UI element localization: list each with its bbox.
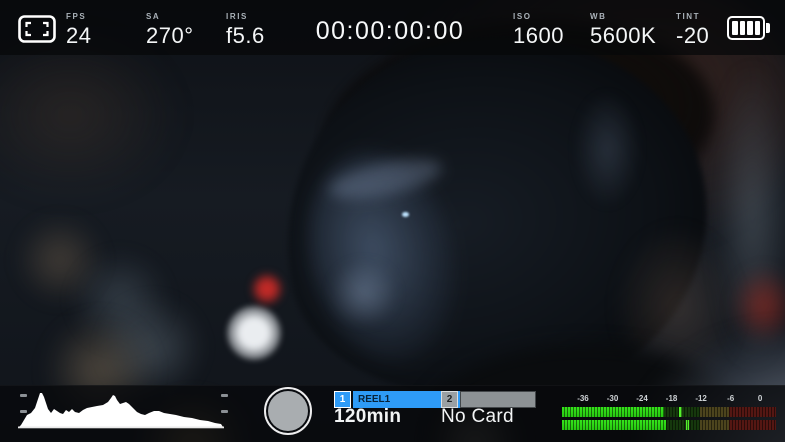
iso-setting[interactable]: ISO 1600 [513,12,564,47]
audio-meters[interactable]: -36 -30 -24 -18 -12 -6 0 [562,394,776,434]
iris-setting[interactable]: IRIS f5.6 [226,12,265,47]
white-balance-setting[interactable]: WB 5600K [590,12,656,47]
histogram[interactable] [17,387,227,431]
meter-scale-label: -18 [665,394,678,403]
subject-nose-highlight [326,262,401,324]
shutter-angle-label: SA [146,12,161,21]
subject-head [254,1,736,435]
battery-icon[interactable] [727,16,765,40]
meter-scale-label: 0 [757,394,763,403]
status-bar: FPS 24 SA 270° IRIS f5.6 00:00:00:00 ISO… [0,0,785,55]
audio-level-fill [562,407,664,417]
audio-meter-channel-2 [562,420,776,430]
background-bokeh [0,30,180,200]
bokeh-light-red [251,272,283,306]
audio-level-fill [562,420,666,430]
tint-label: TINT [676,12,701,21]
iris-label: IRIS [226,12,248,21]
battery-cell [732,21,738,35]
battery-cell [754,21,760,35]
subject-eye-glint [402,212,409,217]
bokeh-light-bright [227,306,281,360]
fps-label: FPS [66,12,87,21]
meter-scale-label: -6 [727,394,735,403]
battery-cell [739,21,745,35]
fps-value: 24 [66,23,92,48]
iso-label: ISO [513,12,532,21]
tint-setting[interactable]: TINT -20 [676,12,709,47]
audio-peak-indicator [678,407,682,417]
white-balance-value: 5600K [590,23,657,48]
subject-neck-rimlight [615,225,740,390]
meter-scale-label: -30 [606,394,619,403]
record-button[interactable] [264,387,312,435]
meter-scale-label: -12 [695,394,707,403]
shutter-angle-value: 270° [146,23,194,48]
bokeh-light [70,250,170,350]
shutter-angle-setting[interactable]: SA 270° [146,12,194,47]
meter-scale-label: -36 [577,394,589,403]
tint-value: -20 [676,23,710,48]
meter-scale-label: -24 [636,394,648,403]
iso-value: 1600 [513,23,564,48]
card-slot-1-time-remaining[interactable]: 120min [334,407,401,426]
audio-meter-channel-1 [562,407,776,417]
bokeh-light [15,215,105,305]
background-wall [715,70,785,360]
subject-ear-highlight [575,92,640,207]
timecode-display[interactable]: 00:00:00:00 [262,17,518,46]
battery-cell [747,21,753,35]
white-balance-label: WB [590,12,607,21]
subject-face-light [286,135,479,380]
card-slot-2-status[interactable]: No Card [441,407,514,426]
iris-value: f5.6 [226,23,265,48]
card-slot-1-reel-name: REEL1 [358,394,391,405]
background-red-light [733,268,785,343]
camera-touchscreen: FPS 24 SA 270° IRIS f5.6 00:00:00:00 ISO… [0,0,785,442]
audio-peak-indicator [686,420,690,430]
live-view[interactable] [0,0,785,442]
subject-brow-highlight [325,151,446,207]
fps-setting[interactable]: FPS 24 [66,12,91,47]
monitor-overlays-icon[interactable] [18,15,56,43]
battery-icon-nub [766,23,770,33]
